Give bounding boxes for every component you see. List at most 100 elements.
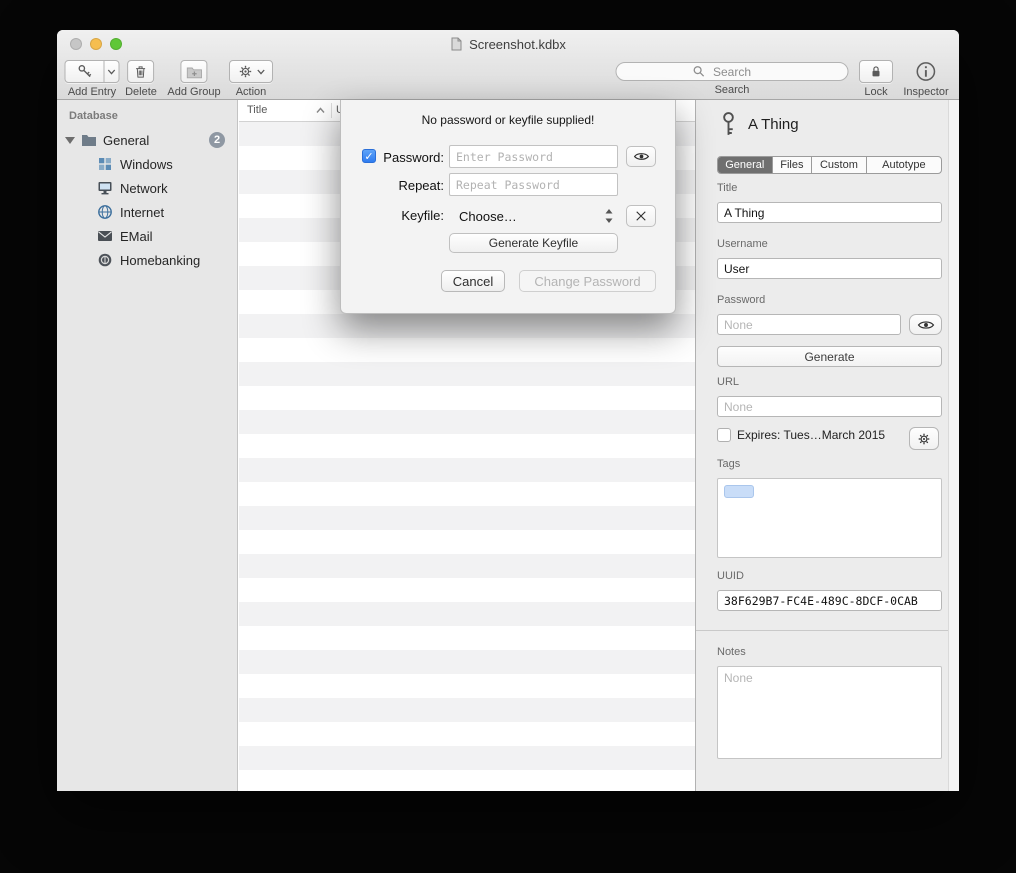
dialog-password-label: Password: xyxy=(377,150,444,165)
entry-count-badge: 2 xyxy=(209,132,225,148)
eye-icon xyxy=(633,151,650,162)
toolbar-item-inspector: Inspector xyxy=(903,60,948,98)
clear-keyfile-button[interactable] xyxy=(626,205,656,227)
url-field-label: URL xyxy=(717,376,739,388)
inspector-tabs: General Files Custom Autotype xyxy=(717,156,942,174)
sidebar-item-label: Network xyxy=(120,181,168,196)
action-button[interactable] xyxy=(229,60,273,83)
close-x-icon xyxy=(635,210,647,222)
tab-custom[interactable]: Custom xyxy=(812,157,867,173)
notes-field[interactable] xyxy=(717,666,942,759)
sidebar-item-label: General xyxy=(103,133,149,148)
password-field-label: Password xyxy=(717,294,765,306)
toolbar-item-delete: Delete xyxy=(125,60,157,98)
folder-plus-icon xyxy=(186,65,202,79)
search-input[interactable] xyxy=(616,62,849,81)
column-divider[interactable] xyxy=(331,103,332,118)
desktop: Screenshot.kdbx xyxy=(0,0,1016,873)
window-title: Screenshot.kdbx xyxy=(469,37,566,52)
sidebar-item-network[interactable]: Network xyxy=(57,176,237,200)
delete-label: Delete xyxy=(125,86,157,98)
sidebar-item-homebanking[interactable]: Homebanking xyxy=(57,248,237,272)
sidebar-item-label: Windows xyxy=(120,157,173,172)
tab-autotype[interactable]: Autotype xyxy=(867,157,941,173)
add-entry-button[interactable] xyxy=(65,60,105,83)
username-field[interactable] xyxy=(717,258,942,279)
inspector-scrollbar[interactable] xyxy=(948,100,959,791)
trash-icon xyxy=(133,64,148,80)
sidebar-item-windows[interactable]: Windows xyxy=(57,152,237,176)
dialog-repeat-label: Repeat: xyxy=(377,178,444,193)
sidebar-item-general[interactable]: General 2 xyxy=(57,128,237,152)
password-field[interactable] xyxy=(717,314,901,335)
gear-icon xyxy=(917,432,931,446)
tags-field-label: Tags xyxy=(717,458,740,470)
coin-icon xyxy=(97,252,113,268)
uuid-field-label: UUID xyxy=(717,570,744,582)
lock-label: Lock xyxy=(864,86,887,98)
tab-general[interactable]: General xyxy=(718,157,773,173)
titlebar: Screenshot.kdbx xyxy=(57,30,959,58)
lock-button[interactable] xyxy=(859,60,893,83)
uuid-field[interactable] xyxy=(717,590,942,611)
entry-key-icon xyxy=(720,110,737,139)
column-header-title[interactable]: Title xyxy=(247,104,267,116)
reveal-password-button[interactable] xyxy=(909,314,942,335)
sidebar-item-email[interactable]: EMail xyxy=(57,224,237,248)
magnifier-icon xyxy=(693,65,705,77)
envelope-icon xyxy=(97,228,113,244)
dialog-message: No password or keyfile supplied! xyxy=(341,113,675,127)
search-label: Search xyxy=(715,84,750,96)
add-entry-menu-button[interactable] xyxy=(105,60,120,83)
password-enabled-checkbox[interactable]: ✓ xyxy=(362,149,376,163)
eye-icon xyxy=(917,319,935,331)
change-password-button[interactable]: Change Password xyxy=(519,270,656,292)
tag-token[interactable] xyxy=(724,485,754,498)
expires-label: Expires: Tues…March 2015 xyxy=(737,428,885,442)
toolbar-item-lock: Lock xyxy=(859,60,893,98)
info-icon xyxy=(916,61,937,82)
dialog-password-input[interactable] xyxy=(449,145,618,168)
tab-files[interactable]: Files xyxy=(773,157,813,173)
dialog-repeat-input[interactable] xyxy=(449,173,618,196)
title-field[interactable] xyxy=(717,202,942,223)
entry-title-heading: A Thing xyxy=(748,116,799,133)
add-group-label: Add Group xyxy=(167,86,220,98)
sidebar-item-label: EMail xyxy=(120,229,153,244)
sidebar-item-label: Homebanking xyxy=(120,253,200,268)
disclosure-triangle-icon[interactable] xyxy=(65,137,75,144)
sidebar-item-internet[interactable]: Internet xyxy=(57,200,237,224)
folder-icon xyxy=(81,132,97,148)
sidebar: Database General 2 Windows xyxy=(57,100,238,791)
keyfile-popup-value: Choose… xyxy=(459,209,517,224)
url-field[interactable] xyxy=(717,396,942,417)
generate-password-button[interactable]: Generate xyxy=(717,346,942,367)
gear-icon xyxy=(238,64,253,79)
dialog-reveal-password-button[interactable] xyxy=(626,146,656,167)
delete-button[interactable] xyxy=(127,60,154,83)
network-icon xyxy=(97,180,113,196)
toolbar-item-action: Action xyxy=(229,60,273,98)
cancel-button[interactable]: Cancel xyxy=(441,270,505,292)
add-group-button[interactable] xyxy=(180,60,207,83)
window-chrome: Screenshot.kdbx xyxy=(57,30,959,100)
expires-settings-button[interactable] xyxy=(909,427,939,450)
inspector-header: A Thing xyxy=(720,110,799,139)
globe-icon xyxy=(97,204,113,220)
expires-checkbox[interactable] xyxy=(717,428,731,442)
generate-keyfile-button[interactable]: Generate Keyfile xyxy=(449,233,618,253)
windows-icon xyxy=(97,156,113,172)
keyfile-popup-button[interactable]: Choose… xyxy=(449,205,618,227)
toolbar-item-search: Search xyxy=(616,62,849,96)
tags-field[interactable] xyxy=(717,478,942,558)
add-entry-label: Add Entry xyxy=(68,86,116,98)
search-field-wrap xyxy=(616,62,849,81)
inspector-toggle-button[interactable] xyxy=(913,60,939,83)
document-icon xyxy=(450,37,463,51)
username-field-label: Username xyxy=(717,238,768,250)
toolbar-item-add-group: Add Group xyxy=(167,60,220,98)
sort-ascending-icon xyxy=(316,107,325,114)
sidebar-section-header: Database xyxy=(57,100,237,128)
inspector-label: Inspector xyxy=(903,86,948,98)
dialog-keyfile-label: Keyfile: xyxy=(377,208,444,223)
